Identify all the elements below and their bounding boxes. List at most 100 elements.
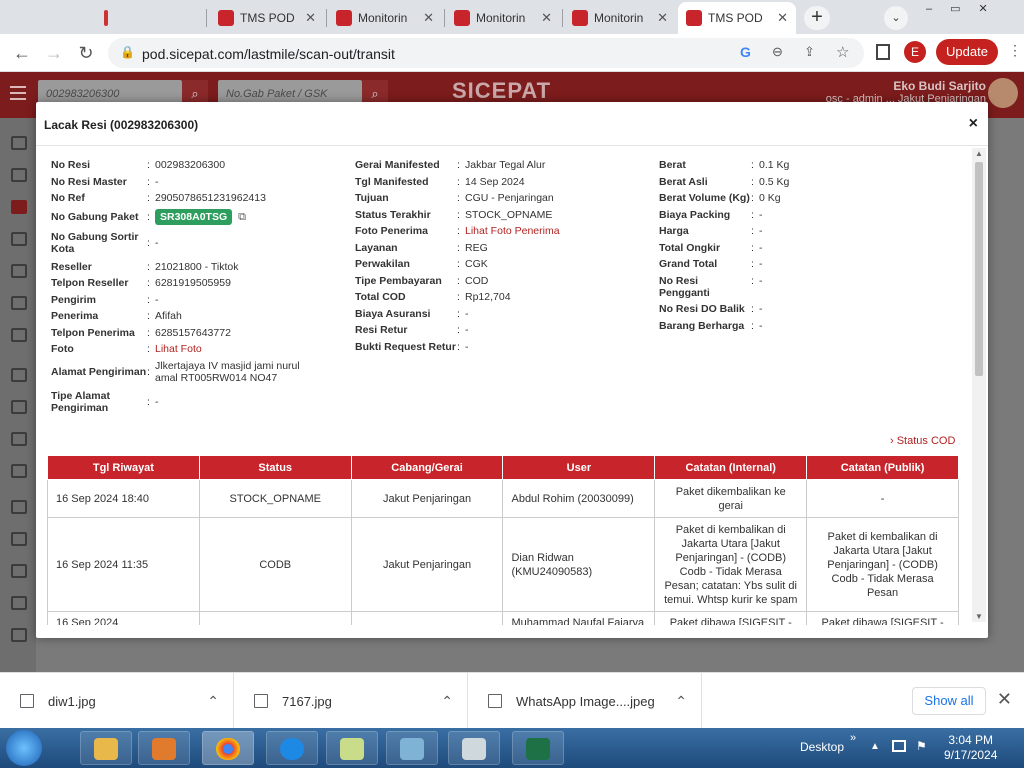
box-icon[interactable] xyxy=(11,296,27,310)
box-icon[interactable] xyxy=(11,400,27,414)
status-cod-link[interactable]: › Status COD xyxy=(890,435,955,447)
download-item[interactable]: WhatsApp Image....jpeg ⌃ xyxy=(468,673,702,729)
table-cell: Paket dikembalikan ke gerai xyxy=(654,479,808,518)
field-value: 2905078651231962413 xyxy=(155,192,266,204)
share-icon[interactable]: ⇪ xyxy=(804,44,815,60)
window-controls[interactable]: ‒▭✕ xyxy=(926,2,1020,16)
close-icon[interactable]: ✕ xyxy=(997,689,1012,710)
scrollbar-thumb[interactable] xyxy=(975,162,983,376)
close-icon[interactable]: ✕ xyxy=(423,10,434,26)
list-icon[interactable] xyxy=(11,564,27,578)
pinned-tab-2[interactable] xyxy=(56,2,78,34)
truck-icon[interactable] xyxy=(11,168,27,182)
package-icon[interactable] xyxy=(11,432,27,446)
pinned-tab-5[interactable] xyxy=(174,2,196,34)
tab-monitoring-1[interactable]: Monitorin ✕ xyxy=(328,2,442,34)
list-icon[interactable] xyxy=(11,628,27,642)
tab-tms-pod-active[interactable]: TMS POD ✕ xyxy=(678,2,796,34)
pinned-tab-1[interactable] xyxy=(18,2,40,34)
list-icon[interactable] xyxy=(11,500,27,514)
system-clock[interactable]: 3:04 PM 9/17/2024 xyxy=(944,733,997,763)
detail-row: Tgl Manifested:14 Sep 2024 xyxy=(355,175,525,188)
download-item[interactable]: diw1.jpg ⌃ xyxy=(0,673,234,729)
chevron-icon[interactable] xyxy=(11,264,27,278)
chevron-up-icon[interactable]: ⌃ xyxy=(441,693,453,710)
active-menu-icon[interactable] xyxy=(11,200,27,214)
download-item[interactable]: 7167.jpg ⌃ xyxy=(234,673,468,729)
tray-arrow-icon[interactable]: ▲ xyxy=(870,741,880,752)
ie-taskbar-icon[interactable] xyxy=(266,731,318,765)
hamburger-icon[interactable] xyxy=(10,86,26,100)
table-cell: CODB xyxy=(198,517,352,612)
home-icon[interactable] xyxy=(11,136,27,150)
explorer-taskbar-icon[interactable] xyxy=(80,731,132,765)
field-value: Afifah xyxy=(155,310,182,322)
field-label: Foto Penerima xyxy=(355,225,428,237)
calculator-taskbar-icon[interactable] xyxy=(448,731,500,765)
new-tab-button[interactable]: + xyxy=(804,6,830,30)
folder-taskbar-icon[interactable] xyxy=(326,731,378,765)
box-icon[interactable] xyxy=(11,368,27,382)
network-icon[interactable] xyxy=(892,740,906,752)
show-all-button[interactable]: Show all xyxy=(912,687,986,715)
chevron-icon[interactable] xyxy=(11,232,27,246)
close-icon[interactable]: ✕ xyxy=(305,10,316,26)
detail-row: Tujuan: CGU - Penjaringan xyxy=(355,192,554,204)
side-panel-icon[interactable] xyxy=(876,44,890,60)
desktop-toolbar-label[interactable]: Desktop xyxy=(800,740,844,754)
update-button[interactable]: Update xyxy=(936,39,998,65)
close-icon[interactable]: ✕ xyxy=(541,10,552,26)
flag-icon[interactable]: ⚑ xyxy=(916,739,927,753)
list-icon[interactable] xyxy=(11,596,27,610)
field-value: - xyxy=(155,236,159,249)
bookmark-star-icon[interactable]: ☆ xyxy=(836,43,849,61)
excel-taskbar-icon[interactable] xyxy=(512,731,564,765)
pinned-tab-3[interactable] xyxy=(96,2,118,34)
start-button[interactable] xyxy=(6,730,42,766)
detail-row: Berat Asli:0.5 Kg xyxy=(659,175,790,188)
field-label: Gerai Manifested xyxy=(355,159,440,171)
modal-scrollbar[interactable]: ▲ ▼ xyxy=(972,148,986,622)
scroll-down-icon[interactable]: ▼ xyxy=(975,612,983,621)
menu-icon[interactable]: ⋮ xyxy=(1008,42,1022,59)
google-icon[interactable]: G xyxy=(740,44,751,60)
tab-search-icon[interactable]: ⌄ xyxy=(884,6,908,30)
field-label: Barang Berharga xyxy=(659,319,745,332)
field-label: No Ref xyxy=(51,192,85,204)
tab-monitoring-3[interactable]: Monitorin ✕ xyxy=(564,2,676,34)
tab-monitoring-2[interactable]: Monitorin ✕ xyxy=(446,2,560,34)
profile-avatar[interactable]: E xyxy=(904,41,926,63)
gabung-paket-badge[interactable]: SR308A0TSG xyxy=(155,208,233,225)
field-value: CGK xyxy=(465,258,488,270)
avatar[interactable] xyxy=(988,78,1018,108)
forward-icon[interactable]: → xyxy=(42,42,66,64)
copy-icon[interactable]: ⧉ xyxy=(238,211,246,223)
media-player-taskbar-icon[interactable] xyxy=(138,731,190,765)
package-icon[interactable] xyxy=(11,464,27,478)
field-value: Jlkertajaya IV masjid jami nurul amal RT… xyxy=(155,359,300,384)
lihat-foto-penerima-link[interactable]: Lihat Foto Penerima xyxy=(465,225,560,237)
chevron-up-icon[interactable]: ⌃ xyxy=(675,693,687,710)
download-filename: diw1.jpg xyxy=(48,693,96,709)
list-icon[interactable] xyxy=(11,532,27,546)
close-icon[interactable]: ✕ xyxy=(657,10,668,26)
back-icon[interactable]: ← xyxy=(10,42,34,64)
zoom-icon[interactable]: ⊖ xyxy=(772,44,783,60)
table-cell: Jakut Penjaringan xyxy=(350,517,504,612)
tab-tms-pod-1[interactable]: TMS POD ✕ xyxy=(210,2,324,34)
reload-icon[interactable]: ↻ xyxy=(74,42,98,64)
downloads-bar: diw1.jpg ⌃ 7167.jpg ⌃ WhatsApp Image....jp… xyxy=(0,672,1024,729)
pinned-tab-4[interactable] xyxy=(136,2,158,34)
modal-close-button[interactable]: × xyxy=(969,115,978,133)
app-taskbar-icon[interactable] xyxy=(386,731,438,765)
close-icon[interactable]: ✕ xyxy=(777,10,788,26)
chevron-up-icon[interactable]: ⌃ xyxy=(207,693,219,710)
field-label: No Resi DO Balik xyxy=(659,303,745,315)
chrome-taskbar-icon[interactable] xyxy=(202,731,254,765)
box-icon[interactable] xyxy=(11,328,27,342)
lihat-foto-link[interactable]: Lihat Foto xyxy=(155,343,202,355)
field-label: Foto xyxy=(51,343,74,355)
scroll-up-icon[interactable]: ▲ xyxy=(975,149,983,158)
expand-icon[interactable]: » xyxy=(850,732,856,744)
address-bar[interactable]: 🔒 pod.sicepat.com/lastmile/scan-out/tran… xyxy=(108,38,864,68)
